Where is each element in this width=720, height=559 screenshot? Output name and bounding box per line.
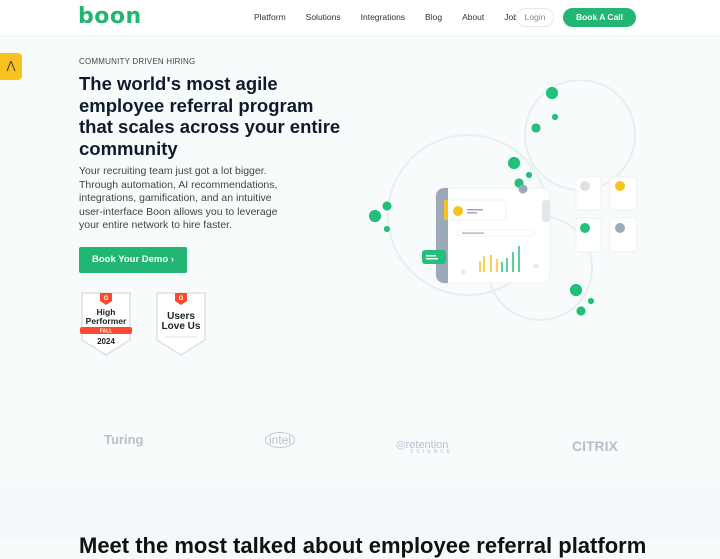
- top-nav: boon Platform Solutions Integrations Blo…: [0, 0, 720, 36]
- retention-logo-sub: SCIENCE: [410, 449, 454, 455]
- badge-year: 2024: [97, 337, 115, 346]
- g2-logo: G: [104, 296, 109, 302]
- badge-line2: Performer: [86, 316, 127, 326]
- chevron-right-icon: ›: [170, 254, 174, 265]
- g2-logo: G: [179, 296, 184, 302]
- nav-solutions[interactable]: Solutions: [306, 12, 341, 22]
- retention-science-logo: ◎retention SCIENCE: [396, 438, 453, 455]
- widget-icon: ⋀: [6, 60, 16, 72]
- retention-icon: ◎: [396, 439, 406, 451]
- side-widget-button[interactable]: ⋀: [0, 53, 22, 80]
- nav-about[interactable]: About: [462, 12, 484, 22]
- intel-logo: intel: [265, 432, 296, 448]
- section-heading: Meet the most talked about employee refe…: [79, 533, 647, 558]
- hero-title: The world's most agile employee referral…: [79, 73, 341, 160]
- g2-high-performer-badge: G High Performer FALL 2024: [80, 292, 132, 356]
- badge-ribbon: FALL: [100, 329, 113, 335]
- hero-illustration: [368, 80, 638, 321]
- eyebrow: COMMUNITY DRIVEN HIRING: [79, 57, 196, 66]
- badge-line2: Love Us: [162, 321, 201, 332]
- hero-subtitle: Your recruiting team just got a lot bigg…: [79, 165, 278, 231]
- citrix-logo: CITRIX: [572, 438, 618, 454]
- book-demo-label: Book Your Demo: [92, 254, 169, 265]
- nav-platform[interactable]: Platform: [254, 12, 286, 22]
- boon-logo[interactable]: boon: [78, 4, 142, 29]
- turing-logo: Turing: [104, 432, 144, 447]
- book-demo-button[interactable]: Book Your Demo ›: [79, 247, 187, 273]
- g2-users-love-us-badge: G Users Love Us: [156, 292, 206, 356]
- nav-links: Platform Solutions Integrations Blog Abo…: [254, 12, 542, 22]
- login-button[interactable]: Login: [516, 8, 554, 27]
- nav-blog[interactable]: Blog: [425, 12, 442, 22]
- book-call-button[interactable]: Book A Call: [563, 8, 636, 27]
- nav-integrations[interactable]: Integrations: [361, 12, 405, 22]
